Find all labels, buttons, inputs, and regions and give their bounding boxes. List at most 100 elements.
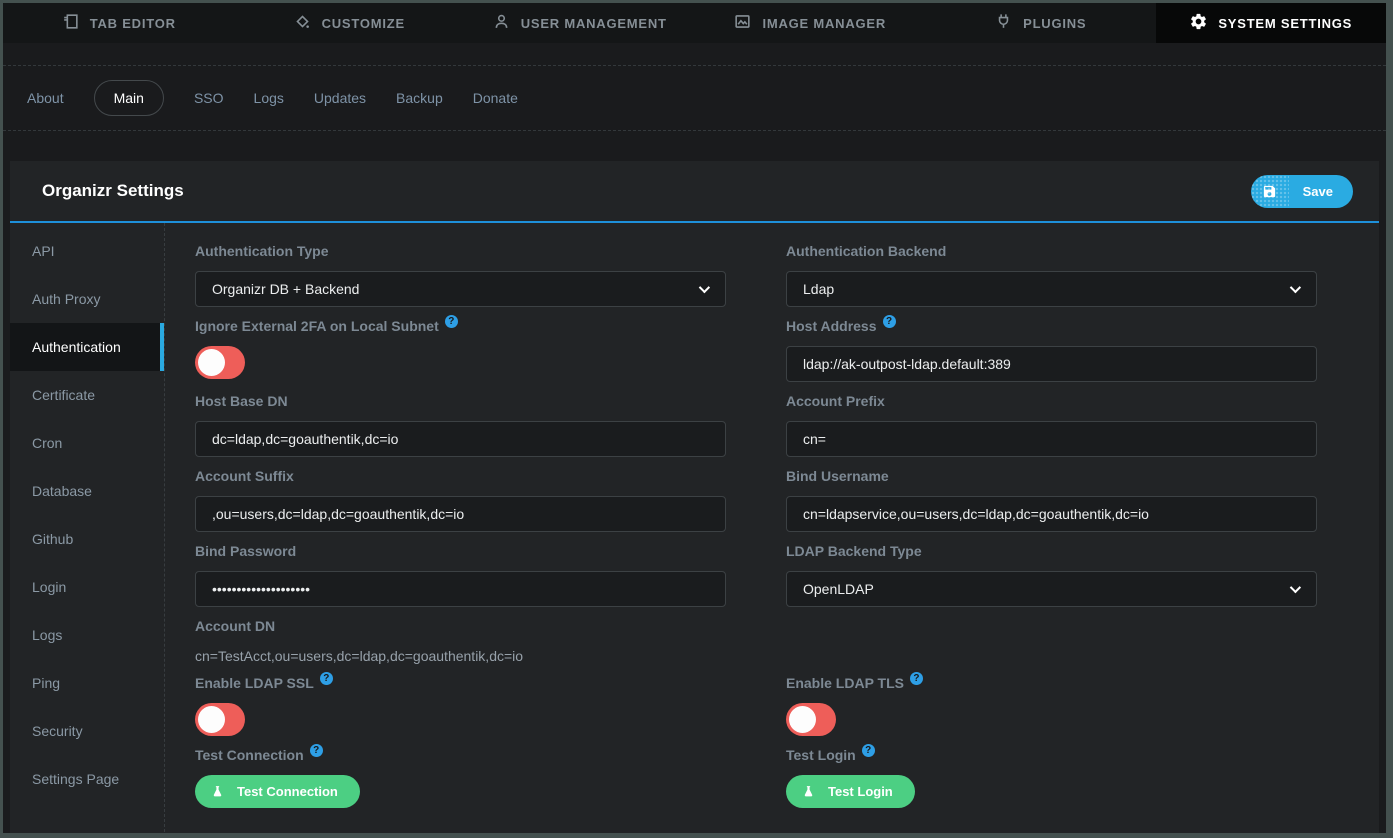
account-suffix-input[interactable] bbox=[195, 496, 726, 532]
enable-ldap-ssl-toggle[interactable] bbox=[195, 703, 245, 736]
ignore-2fa-toggle[interactable] bbox=[195, 346, 245, 379]
help-icon[interactable] bbox=[320, 672, 333, 685]
subnav-main[interactable]: Main bbox=[94, 80, 164, 116]
subnav-about[interactable]: About bbox=[27, 82, 64, 114]
bind-username-input[interactable] bbox=[786, 496, 1317, 532]
field-host-address: Host Address bbox=[786, 318, 1317, 382]
field-enable-ldap-ssl: Enable LDAP SSL bbox=[195, 675, 726, 736]
toggle-knob bbox=[198, 349, 225, 376]
field-label: Account Suffix bbox=[195, 468, 294, 484]
sidebar-item-certificate[interactable]: Certificate bbox=[10, 371, 164, 419]
nav-label: TAB EDITOR bbox=[90, 16, 176, 31]
toggle-knob bbox=[789, 706, 816, 733]
field-account-suffix: Account Suffix bbox=[195, 468, 726, 532]
help-icon[interactable] bbox=[445, 315, 458, 328]
chevron-down-icon bbox=[1290, 282, 1301, 293]
page-title: Organizr Settings bbox=[42, 181, 184, 201]
sidebar-item-auth-proxy[interactable]: Auth Proxy bbox=[10, 275, 164, 323]
nav-label: IMAGE MANAGER bbox=[762, 16, 886, 31]
select-value: Ldap bbox=[803, 281, 834, 297]
bind-password-input[interactable] bbox=[195, 571, 726, 607]
field-test-connection: Test Connection Test Connection bbox=[195, 747, 726, 808]
host-address-input[interactable] bbox=[786, 346, 1317, 382]
top-navbar: TAB EDITOR CUSTOMIZE USER MANAGEMENT IMA… bbox=[3, 3, 1386, 43]
sidebar-item-login[interactable]: Login bbox=[10, 563, 164, 611]
sidebar-item-logs[interactable]: Logs bbox=[10, 611, 164, 659]
nav-user-management[interactable]: USER MANAGEMENT bbox=[464, 3, 695, 43]
nav-label: PLUGINS bbox=[1023, 16, 1086, 31]
test-connection-button[interactable]: Test Connection bbox=[195, 775, 360, 808]
sidebar-item-github[interactable]: Github bbox=[10, 515, 164, 563]
settings-panel: Organizr Settings Save API Auth Proxy Au… bbox=[10, 161, 1379, 837]
field-label: Bind Password bbox=[195, 543, 296, 559]
authentication-backend-select[interactable]: Ldap bbox=[786, 271, 1317, 307]
subnav-sso[interactable]: SSO bbox=[194, 82, 224, 114]
field-enable-ldap-tls: Enable LDAP TLS bbox=[786, 675, 1317, 736]
subnav-updates[interactable]: Updates bbox=[314, 82, 366, 114]
user-icon bbox=[492, 12, 511, 34]
tab-editor-icon bbox=[61, 12, 80, 34]
account-dn-value: cn=TestAcct,ou=users,dc=ldap,dc=goauthen… bbox=[195, 646, 726, 664]
field-bind-password: Bind Password bbox=[195, 543, 726, 607]
field-label: Test Connection bbox=[195, 747, 304, 763]
field-authentication-backend: Authentication Backend Ldap bbox=[786, 243, 1317, 307]
help-icon[interactable] bbox=[910, 672, 923, 685]
nav-image-manager[interactable]: IMAGE MANAGER bbox=[695, 3, 926, 43]
test-login-button[interactable]: Test Login bbox=[786, 775, 915, 808]
subnav-donate[interactable]: Donate bbox=[473, 82, 518, 114]
account-prefix-input[interactable] bbox=[786, 421, 1317, 457]
authentication-type-select[interactable]: Organizr DB + Backend bbox=[195, 271, 726, 307]
panel-body: API Auth Proxy Authentication Certificat… bbox=[10, 223, 1379, 837]
field-bind-username: Bind Username bbox=[786, 468, 1317, 532]
save-icon bbox=[1251, 175, 1289, 208]
enable-ldap-tls-toggle[interactable] bbox=[786, 703, 836, 736]
field-label: Account DN bbox=[195, 618, 275, 634]
field-label: Authentication Type bbox=[195, 243, 329, 259]
toggle-knob bbox=[198, 706, 225, 733]
host-base-dn-input[interactable] bbox=[195, 421, 726, 457]
ldap-backend-type-select[interactable]: OpenLDAP bbox=[786, 571, 1317, 607]
settings-sidebar: API Auth Proxy Authentication Certificat… bbox=[10, 223, 165, 837]
help-icon[interactable] bbox=[862, 744, 875, 757]
field-account-prefix: Account Prefix bbox=[786, 393, 1317, 457]
test-login-label: Test Login bbox=[828, 784, 893, 799]
help-icon[interactable] bbox=[310, 744, 323, 757]
select-value: OpenLDAP bbox=[803, 581, 874, 597]
field-label: Host Base DN bbox=[195, 393, 288, 409]
nav-customize[interactable]: CUSTOMIZE bbox=[234, 3, 465, 43]
sidebar-item-database[interactable]: Database bbox=[10, 467, 164, 515]
sidebar-item-authentication[interactable]: Authentication bbox=[10, 323, 164, 371]
test-connection-label: Test Connection bbox=[237, 784, 338, 799]
field-label: LDAP Backend Type bbox=[786, 543, 922, 559]
subnav-backup[interactable]: Backup bbox=[396, 82, 443, 114]
flask-icon bbox=[802, 785, 815, 798]
sidebar-item-security[interactable]: Security bbox=[10, 707, 164, 755]
chevron-down-icon bbox=[1290, 582, 1301, 593]
spacer-cell bbox=[786, 618, 1317, 664]
field-label: Account Prefix bbox=[786, 393, 885, 409]
settings-subnav: About Main SSO Logs Updates Backup Donat… bbox=[3, 65, 1386, 131]
plug-icon bbox=[994, 12, 1013, 34]
save-button-label: Save bbox=[1289, 184, 1353, 199]
app-window: TAB EDITOR CUSTOMIZE USER MANAGEMENT IMA… bbox=[0, 0, 1393, 838]
field-ldap-backend-type: LDAP Backend Type OpenLDAP bbox=[786, 543, 1317, 607]
save-button[interactable]: Save bbox=[1251, 175, 1353, 208]
nav-system-settings[interactable]: SYSTEM SETTINGS bbox=[1156, 3, 1387, 43]
field-authentication-type: Authentication Type Organizr DB + Backen… bbox=[195, 243, 726, 307]
nav-label: SYSTEM SETTINGS bbox=[1218, 16, 1352, 31]
field-test-login: Test Login Test Login bbox=[786, 747, 1317, 808]
chevron-down-icon bbox=[699, 282, 710, 293]
subnav-logs[interactable]: Logs bbox=[254, 82, 284, 114]
field-label: Authentication Backend bbox=[786, 243, 946, 259]
field-host-base-dn: Host Base DN bbox=[195, 393, 726, 457]
nav-tab-editor[interactable]: TAB EDITOR bbox=[3, 3, 234, 43]
sidebar-item-cron[interactable]: Cron bbox=[10, 419, 164, 467]
nav-plugins[interactable]: PLUGINS bbox=[925, 3, 1156, 43]
customize-icon bbox=[293, 12, 312, 34]
sidebar-item-api[interactable]: API bbox=[10, 227, 164, 275]
sidebar-item-ping[interactable]: Ping bbox=[10, 659, 164, 707]
field-label: Host Address bbox=[786, 318, 877, 334]
sidebar-item-settings-page[interactable]: Settings Page bbox=[10, 755, 164, 803]
help-icon[interactable] bbox=[883, 315, 896, 328]
field-label: Bind Username bbox=[786, 468, 889, 484]
